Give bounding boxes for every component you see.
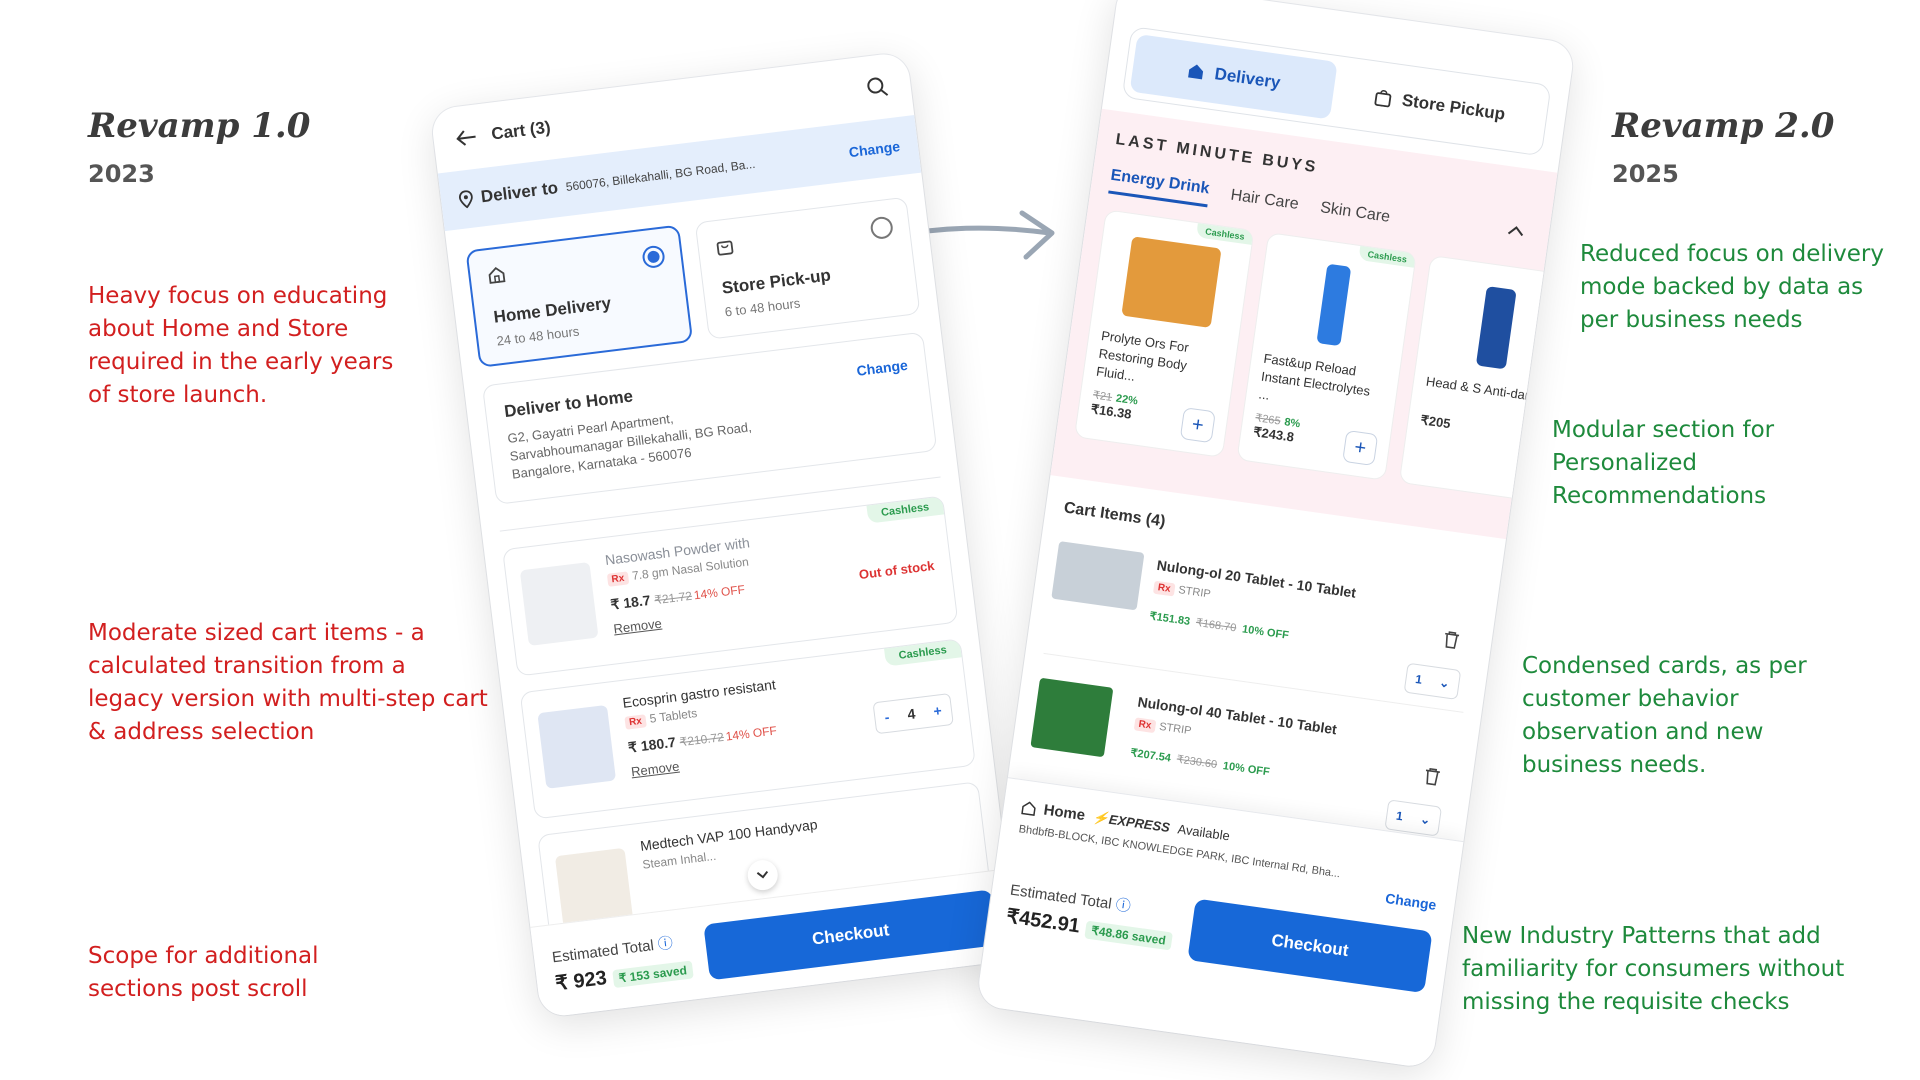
item-price-row: ₹151.83 ₹168.70 10% OFF [1148, 610, 1290, 642]
note-modular-section: Modular section for Personalized Recomme… [1552, 417, 1775, 509]
mode-name: Home Delivery [492, 293, 613, 327]
revamp-2-year: 2025 [1612, 160, 1679, 188]
trash-icon[interactable] [1422, 766, 1441, 791]
product-thumbnail [1051, 541, 1145, 611]
change-address-link[interactable]: Change [848, 138, 901, 160]
home-delivery-radio[interactable] [641, 244, 666, 270]
note-industry-patterns: New Industry Patterns that add familiari… [1462, 923, 1845, 1015]
chevron-down-icon [756, 870, 769, 879]
item-price-row: ₹207.54 ₹230.60 10% OFF [1129, 747, 1271, 779]
home-icon [1021, 800, 1036, 816]
home-icon [1188, 64, 1203, 80]
rx-badge: Rx [1152, 580, 1176, 597]
tab-skin-care[interactable]: Skin Care [1318, 199, 1391, 233]
product-image [1316, 263, 1352, 347]
shopping-bag-icon [1374, 90, 1392, 108]
mode-hours: 6 to 48 hours [723, 295, 802, 320]
saved-badge: ₹ 153 saved [611, 959, 694, 988]
item-mrp: ₹210.72 [678, 729, 725, 750]
product-name: Prolyte Ors For Restoring Body Fluid... [1095, 327, 1190, 384]
back-arrow-icon[interactable] [455, 127, 479, 148]
location-pin-icon [458, 189, 474, 209]
item-mrp: ₹21.72 [653, 588, 693, 608]
note-condensed-cards: Condensed cards, as per customer behavio… [1522, 653, 1807, 778]
change-address-link[interactable]: Change [1384, 890, 1437, 913]
estimated-total: Estimated Total ⓘ ₹452.91 ₹48.86 saved [1005, 879, 1177, 952]
quantity-dropdown[interactable]: 1 ⌄ [1403, 662, 1462, 700]
product-image [1121, 236, 1222, 328]
phone-revamp-2: Delivery Store Pickup LAST MINUTE BUYS E… [975, 0, 1576, 1069]
checkout-button[interactable]: Checkout [1187, 898, 1433, 994]
product-name: Fast&up Reload Instant Electrolytes ... [1257, 350, 1372, 403]
mode-name: Store Pick-up [720, 265, 832, 298]
add-to-cart-button[interactable]: + [1342, 429, 1379, 467]
revamp-1-title: Revamp 1.0 [88, 106, 311, 146]
quantity-value: 4 [906, 705, 917, 723]
mode-home-delivery[interactable]: Home Delivery 24 to 48 hours [465, 224, 694, 368]
revamp-2-title: Revamp 2.0 [1612, 106, 1835, 146]
product-price: ₹205 [1419, 412, 1452, 432]
chevron-up-icon[interactable] [1506, 222, 1526, 242]
mode-hours: 24 to 48 hours [495, 323, 581, 349]
chevron-down-icon: ⌄ [1419, 812, 1432, 828]
item-pack: 5 Tablets [648, 705, 698, 726]
footer-bottom: Estimated Total ⓘ ₹452.91 ₹48.86 saved Ch… [1004, 873, 1433, 994]
item-price: ₹ 18.7 [609, 591, 652, 613]
product-card[interactable]: Cashless Prolyte Ors For Restoring Body … [1073, 209, 1255, 458]
decrement-button[interactable]: - [884, 709, 891, 725]
tab-energy-drink[interactable]: Energy Drink [1108, 166, 1211, 208]
info-icon[interactable]: ⓘ [1115, 896, 1132, 915]
chevron-down-icon: ⌄ [1438, 675, 1451, 691]
info-icon[interactable]: ⓘ [657, 934, 674, 953]
cashless-tag: Cashless [1358, 246, 1416, 268]
add-to-cart-button[interactable]: + [1179, 407, 1216, 444]
product-image [1475, 286, 1517, 370]
product-carousel: Cashless Prolyte Ors For Restoring Body … [1073, 209, 1576, 504]
toggle-delivery[interactable]: Delivery [1129, 33, 1338, 120]
deliver-to-label: Deliver to [479, 178, 560, 207]
search-icon[interactable] [865, 75, 890, 100]
express-available: Available [1176, 821, 1231, 844]
rx-badge: Rx [606, 571, 630, 587]
toggle-store-pickup[interactable]: Store Pickup [1336, 63, 1544, 149]
cashless-tag: Cashless [1196, 223, 1254, 245]
address-type: Home [1042, 801, 1087, 825]
rx-badge: Rx [1133, 717, 1157, 734]
increment-button[interactable]: + [933, 702, 943, 719]
note-scroll: Scope for additional sections post scrol… [88, 943, 319, 1002]
shopping-bag-icon [714, 235, 736, 257]
toggle-store-pickup-label: Store Pickup [1400, 90, 1507, 124]
note-home-store: Heavy focus on educating about Home and … [88, 283, 394, 408]
product-thumbnail [537, 704, 617, 789]
revamp-1-year: 2023 [88, 160, 155, 188]
trash-icon[interactable] [1442, 630, 1461, 655]
product-card[interactable]: Head & S Anti-dan ₹205 [1398, 254, 1576, 504]
toggle-delivery-label: Delivery [1213, 64, 1282, 93]
checkout-button[interactable]: Checkout [703, 888, 998, 980]
last-minute-buys-section: LAST MINUTE BUYS Energy Drink Hair Care … [1050, 108, 1576, 540]
express-badge: ⚡EXPRESS [1091, 808, 1171, 835]
item-discount: 14% OFF [692, 582, 746, 603]
item-discount: 14% OFF [724, 723, 778, 744]
product-card[interactable]: Cashless Fast&up Reload Instant Electrol… [1236, 232, 1417, 481]
tab-hair-care[interactable]: Hair Care [1229, 187, 1300, 220]
rx-badge: Rx [624, 714, 647, 730]
product-name: Head & S Anti-dan [1425, 373, 1534, 404]
note-cart-items: Moderate sized cart items - a calculated… [88, 620, 488, 745]
home-icon [485, 264, 507, 286]
product-thumbnail [519, 561, 599, 646]
product-thumbnail [1030, 677, 1114, 758]
store-pickup-radio[interactable] [869, 215, 894, 241]
mode-store-pickup[interactable]: Store Pick-up 6 to 48 hours [694, 196, 921, 340]
item-price: ₹ 180.7 [627, 733, 677, 756]
estimated-total: Estimated Total ⓘ ₹ 923 ₹ 153 saved [551, 929, 694, 995]
note-delivery-mode: Reduced focus on delivery mode backed by… [1580, 241, 1884, 333]
saved-badge: ₹48.86 saved [1084, 920, 1173, 951]
phone-revamp-1: Cart (3) Deliver to 560076, Billekahalli… [430, 51, 1018, 1019]
